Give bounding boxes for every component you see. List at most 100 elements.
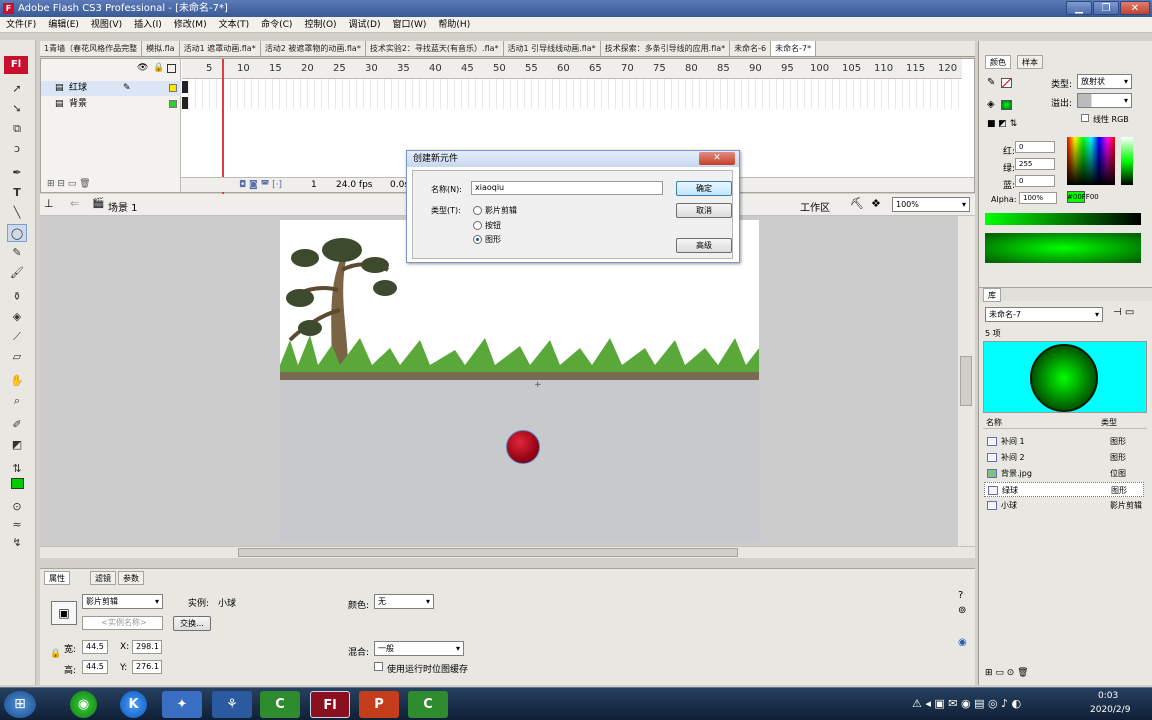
symbol-type-select[interactable]: 影片剪辑 bbox=[82, 594, 163, 609]
ink-bottle-tool-icon[interactable]: ⚱ bbox=[7, 288, 27, 306]
playhead[interactable] bbox=[222, 59, 224, 194]
frame-grid[interactable] bbox=[182, 79, 962, 109]
swatch-mode-icons[interactable]: ■ ◩ ⇅ bbox=[987, 119, 1017, 129]
color-effect-select[interactable]: 无 bbox=[374, 594, 434, 609]
text-tool-icon[interactable]: T bbox=[7, 184, 27, 202]
layer-row[interactable]: ▤ 背景 bbox=[41, 97, 181, 112]
swap-colors-icon[interactable]: ⇅ bbox=[7, 460, 27, 478]
flash-taskbar-icon[interactable]: Fl bbox=[310, 691, 350, 718]
menu-modify[interactable]: 修改(M) bbox=[168, 17, 213, 33]
camtasia-icon[interactable]: C bbox=[260, 691, 300, 718]
brightness-slider[interactable] bbox=[1121, 137, 1133, 185]
stroke-color-icon[interactable]: ✐ bbox=[7, 416, 27, 434]
vertical-scroll-thumb[interactable] bbox=[960, 356, 972, 406]
camtasia-recorder-icon[interactable]: C bbox=[408, 691, 448, 718]
workspace-menu[interactable]: 工作区 bbox=[800, 199, 830, 214]
menu-text[interactable]: 文本(T) bbox=[213, 17, 256, 33]
subselection-tool-icon[interactable]: ➘ bbox=[7, 100, 27, 118]
tab-filters[interactable]: 滤镜 bbox=[90, 571, 116, 585]
menu-help[interactable]: 帮助(H) bbox=[432, 17, 476, 33]
k-app-icon[interactable]: K bbox=[120, 691, 147, 718]
height-input[interactable]: 44.5 bbox=[82, 660, 108, 674]
straighten-icon[interactable]: ↯ bbox=[7, 534, 27, 552]
free-transform-tool-icon[interactable]: ⧉ bbox=[7, 120, 27, 138]
library-item[interactable]: 背景.jpg 位图 bbox=[984, 466, 1144, 481]
menu-window[interactable]: 窗口(W) bbox=[387, 17, 433, 33]
fill-bucket-icon[interactable]: ◈ bbox=[987, 99, 995, 110]
lock-ratio-icon[interactable]: 🔒 bbox=[50, 649, 61, 659]
library-item[interactable]: 补间 1 图形 bbox=[984, 434, 1144, 449]
ok-button[interactable]: 确定 bbox=[676, 181, 732, 196]
lock-icon[interactable]: 🔒 bbox=[153, 63, 164, 73]
vertical-scrollbar[interactable] bbox=[958, 216, 975, 546]
zoom-tool-icon[interactable]: ⌕ bbox=[7, 392, 27, 410]
x-input[interactable]: 298.1 bbox=[132, 640, 162, 654]
type-column-header[interactable]: 类型 bbox=[1101, 417, 1117, 428]
pen-tool-icon[interactable]: ✒ bbox=[7, 164, 27, 182]
timeline-toggle-icon[interactable]: ⊥ bbox=[44, 197, 54, 210]
help-icon[interactable]: ? bbox=[958, 590, 963, 601]
stroke-color-icon[interactable]: ✎ bbox=[987, 77, 995, 88]
selection-tool-icon[interactable]: ➚ bbox=[7, 80, 27, 98]
red-ball-instance[interactable] bbox=[506, 430, 540, 464]
wechat-icon[interactable]: ◉ bbox=[70, 691, 97, 718]
fill-color-icon[interactable]: ◩ bbox=[7, 436, 27, 454]
snap-icon[interactable]: ⊙ bbox=[7, 498, 27, 516]
network-app-icon[interactable]: ⚘ bbox=[212, 691, 252, 718]
onion-skin-icon[interactable]: ◘ ◙ ◚ [·] bbox=[239, 178, 282, 193]
tab-library[interactable]: 库 bbox=[983, 288, 1001, 302]
edit-scene-icon[interactable]: ⛏ bbox=[850, 197, 864, 210]
menu-control[interactable]: 控制(O) bbox=[298, 17, 342, 33]
overflow-select[interactable] bbox=[1077, 93, 1132, 108]
powerpoint-icon[interactable]: P bbox=[359, 691, 399, 718]
start-button[interactable]: ⊞ bbox=[4, 691, 36, 718]
doc-tab[interactable]: 技术探索：多条引导线的应用.fla* bbox=[600, 41, 731, 56]
library-item[interactable]: 补间 2 图形 bbox=[984, 450, 1144, 465]
menu-file[interactable]: 文件(F) bbox=[0, 17, 42, 33]
fill-swatch-icon[interactable] bbox=[11, 478, 24, 489]
expand-icon[interactable]: ◉ bbox=[958, 637, 967, 648]
library-document-select[interactable]: 未命名-7 bbox=[985, 307, 1103, 322]
maximize-button[interactable]: ❐ bbox=[1093, 1, 1119, 15]
stage[interactable]: + bbox=[280, 220, 759, 542]
doc-tab[interactable]: 活动2 被遮罩物的动画.fla* bbox=[260, 41, 366, 56]
paint-bucket-tool-icon[interactable]: ◈ bbox=[7, 308, 27, 326]
oval-tool-icon[interactable]: ◯ bbox=[7, 224, 27, 242]
color-spectrum-picker[interactable] bbox=[1067, 137, 1115, 185]
menu-view[interactable]: 视图(V) bbox=[85, 17, 128, 33]
tab-swatches[interactable]: 样本 bbox=[1017, 55, 1043, 69]
feather-app-icon[interactable]: ✦ bbox=[162, 691, 202, 718]
layer-row[interactable]: ▤ 红球 ✎ bbox=[41, 81, 181, 96]
advanced-button[interactable]: 高级 bbox=[676, 238, 732, 253]
name-column-header[interactable]: 名称 bbox=[986, 417, 1002, 428]
hand-tool-icon[interactable]: ✋ bbox=[7, 372, 27, 390]
smooth-icon[interactable]: ≈ bbox=[7, 516, 27, 534]
blend-select[interactable]: 一般 bbox=[374, 641, 464, 656]
menu-insert[interactable]: 插入(I) bbox=[128, 17, 168, 33]
horizontal-scroll-thumb[interactable] bbox=[238, 548, 738, 557]
menu-edit[interactable]: 编辑(E) bbox=[42, 17, 85, 33]
doc-tab[interactable]: 模拟.fla bbox=[142, 41, 180, 56]
doc-tab[interactable]: 1青墙（春花风格作品完整 bbox=[40, 41, 143, 56]
close-button[interactable]: ✕ bbox=[1120, 1, 1150, 15]
swap-button[interactable]: 交换... bbox=[173, 616, 211, 631]
eraser-tool-icon[interactable]: ▱ bbox=[7, 348, 27, 366]
blue-input[interactable]: 0 bbox=[1015, 175, 1055, 187]
pencil-tool-icon[interactable]: ✎ bbox=[7, 244, 27, 262]
edit-symbol-icon[interactable]: ❖ bbox=[871, 197, 881, 210]
line-tool-icon[interactable]: ╲ bbox=[7, 204, 27, 222]
library-item[interactable]: 小球 影片剪辑 bbox=[984, 498, 1144, 513]
new-symbol-icon[interactable]: ⊞ ▭ ⊙ 🗑 bbox=[985, 668, 1029, 678]
linear-rgb-checkbox[interactable] bbox=[1081, 114, 1089, 122]
dialog-close-button[interactable]: ✕ bbox=[699, 152, 735, 165]
lasso-tool-icon[interactable]: ↄ bbox=[7, 140, 27, 158]
instance-name-input[interactable]: <实例名称> bbox=[82, 616, 163, 630]
gradient-bar[interactable] bbox=[985, 213, 1141, 225]
horizontal-scrollbar[interactable] bbox=[40, 546, 975, 558]
add-layer-icon[interactable]: ⊞ ⊟ ▭ 🗑 bbox=[47, 179, 91, 189]
y-input[interactable]: 276.1 bbox=[132, 660, 162, 674]
menu-commands[interactable]: 命令(C) bbox=[255, 17, 298, 33]
doc-tab-active[interactable]: 未命名-7* bbox=[771, 41, 817, 56]
red-input[interactable]: 0 bbox=[1015, 141, 1055, 153]
cancel-button[interactable]: 取消 bbox=[676, 203, 732, 218]
